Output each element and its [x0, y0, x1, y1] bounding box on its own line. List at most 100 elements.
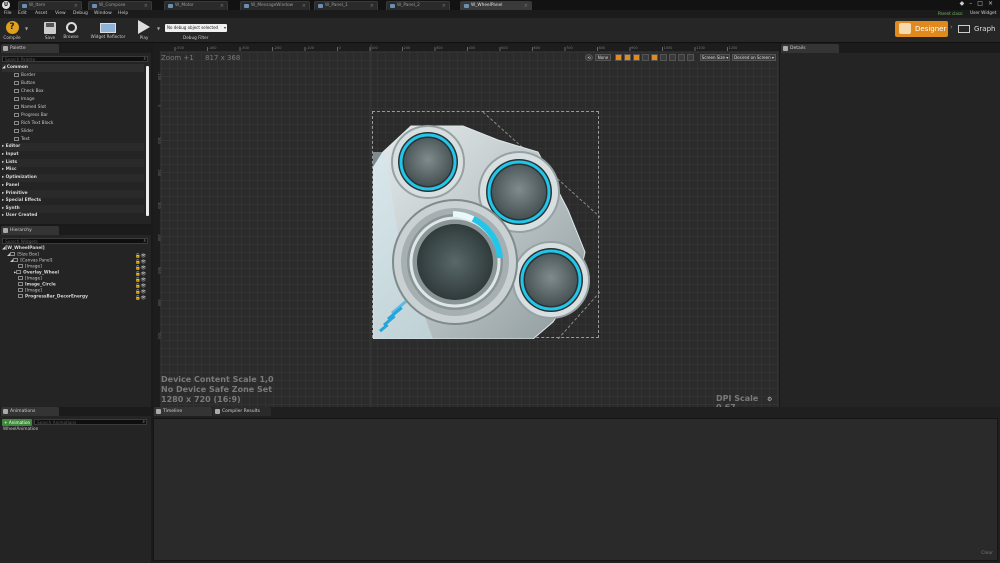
save-button[interactable]: Save — [40, 19, 60, 40]
ue-logo-icon[interactable]: U — [2, 1, 10, 9]
tab-hierarchy[interactable]: Hierarchy — [1, 226, 59, 235]
close-icon[interactable]: × — [74, 2, 78, 10]
animation-search-input[interactable]: Search Animations ⌕ — [34, 419, 147, 425]
move-mode-icon[interactable] — [624, 54, 631, 61]
ruler-tick-label: -300 — [241, 46, 249, 50]
palette-item-checkbox[interactable]: Check Box — [14, 88, 44, 96]
palette-category-user-created[interactable]: ▸ User Created — [2, 212, 37, 220]
compile-options-icon[interactable]: ▼ — [25, 26, 28, 31]
hierarchy-panel: Hierarchy Search Widgets ⌕ ◢[W_WheelPanel… — [0, 226, 151, 407]
palette-item-progress-bar[interactable]: Progress Bar — [14, 112, 48, 120]
menu-edit[interactable]: Edit — [18, 10, 27, 18]
menu-view[interactable]: View — [55, 10, 66, 18]
document-tab-bar: U W_Item × W_Compose × W_Motor × W_MessageW… — [0, 0, 1000, 10]
doc-tab-w-compose[interactable]: W_Compose × — [88, 1, 152, 10]
palette-category-panel[interactable]: ▸ Panel — [2, 182, 19, 190]
designer-viewport[interactable]: -500 -400 -300 -200 -100 0 100 200 300 400 500 600 7… — [153, 44, 779, 407]
tab-animations[interactable]: Animations — [1, 407, 59, 416]
hierarchy-header: Hierarchy — [0, 226, 151, 235]
palette-search-input[interactable]: Search Palette ⌕ — [2, 56, 148, 62]
palette-item-named-slot[interactable]: Named Slot — [14, 104, 46, 112]
tab-details[interactable]: Details — [781, 44, 839, 53]
doc-tab-w-panel-1[interactable]: W_Panel_1 × — [314, 1, 378, 10]
palette-item-button[interactable]: Button — [14, 80, 35, 88]
close-icon[interactable]: × — [442, 2, 446, 10]
palette-category-input[interactable]: ▸ Input — [2, 151, 19, 159]
clear-button[interactable]: Clear — [981, 551, 993, 556]
palette-category-special-effects[interactable]: ▸ Special Effects — [2, 197, 41, 205]
close-icon[interactable]: × — [302, 2, 306, 10]
widget-reflector-button[interactable]: Widget Reflector — [88, 19, 128, 39]
graph-button[interactable]: Graph — [956, 21, 998, 37]
animation-list-item[interactable]: WheelAnimation — [3, 426, 38, 433]
slider-icon — [14, 128, 19, 133]
timeline-icon — [156, 409, 161, 414]
parent-class-value[interactable]: User Widget — [970, 10, 996, 18]
hierarchy-search-input[interactable]: Search Widgets ⌕ — [2, 238, 148, 244]
close-icon[interactable]: × — [524, 2, 528, 10]
palette-category-misc[interactable]: ▸ Misc — [2, 166, 17, 174]
dpi-settings-gear-icon[interactable]: ⚙ — [767, 396, 772, 403]
layers-icon[interactable] — [678, 54, 685, 61]
maximize-icon[interactable]: □ — [977, 0, 988, 7]
named-slot-icon — [14, 104, 19, 109]
menu-asset[interactable]: Asset — [35, 10, 47, 18]
close-window-icon[interactable]: × — [988, 0, 998, 7]
snap-icon[interactable] — [642, 54, 649, 61]
grid-snap-icon[interactable] — [651, 54, 658, 61]
tab-timeline[interactable]: Timeline — [154, 407, 212, 416]
doc-tab-w-panel-2[interactable]: W_Panel_2 × — [386, 1, 450, 10]
palette-category-common[interactable]: ◢ Common — [2, 64, 144, 72]
play-options-icon[interactable]: ▼ — [157, 26, 160, 31]
play-button[interactable]: Play — [134, 19, 154, 40]
none-button[interactable]: None — [595, 54, 611, 61]
designer-button[interactable]: Designer — [895, 21, 948, 37]
select-mode-icon[interactable] — [615, 54, 622, 61]
desired-on-screen-dropdown[interactable]: Desired on Screen ▾ — [732, 54, 776, 61]
close-icon[interactable]: × — [144, 2, 148, 10]
widget-preview-bounds[interactable] — [372, 111, 601, 340]
palette-item-border[interactable]: Border — [14, 72, 35, 80]
lock-eye-icon[interactable]: 🔓👁 — [135, 296, 147, 302]
ruler-tick-label: 200 — [404, 46, 411, 50]
palette-item-rich-text-block[interactable]: Rich Text Block — [14, 120, 53, 128]
browse-magnifier-icon — [65, 22, 77, 33]
lock-icon[interactable] — [660, 54, 667, 61]
reset-icon[interactable]: ⟲ — [585, 54, 593, 61]
palette-category-optimization[interactable]: ▸ Optimization — [2, 174, 144, 182]
hierarchy-node[interactable]: ProgressBar_DecorEnergy — [18, 294, 88, 300]
outline-icon[interactable] — [687, 54, 694, 61]
tab-compiler-results[interactable]: Compiler Results — [213, 407, 271, 416]
browse-button[interactable]: Browse — [60, 19, 82, 39]
visibility-lock-column: 🔓👁 🔓👁 🔓👁 🔓👁 🔓👁 🔓👁 🔓👁 🔓👁 — [135, 254, 147, 302]
overlay-icon — [16, 270, 22, 274]
debug-object-select[interactable]: No debug object selected ▾ — [165, 24, 227, 32]
screen-size-dropdown[interactable]: Screen Size ▾ — [700, 54, 730, 61]
doc-tab-w-wheelpanel[interactable]: W_WheelPanel × — [460, 1, 532, 10]
menu-help[interactable]: Help — [118, 10, 128, 18]
feedback-icon[interactable]: ◆ — [960, 0, 970, 7]
palette-category-lists[interactable]: ▸ Lists — [2, 159, 144, 167]
size-box-icon — [10, 252, 16, 256]
palette-category-editor[interactable]: ▸ Editor — [2, 143, 144, 151]
doc-tab-w-motor[interactable]: W_Motor × — [164, 1, 228, 10]
tab-palette[interactable]: Palette — [1, 44, 59, 53]
doc-tab-w-item[interactable]: W_Item × — [18, 1, 82, 10]
layout-mode-icon[interactable] — [633, 54, 640, 61]
palette-scrollbar[interactable] — [146, 66, 149, 216]
menu-file[interactable]: File — [4, 10, 12, 18]
device-content-scale: Device Content Scale 1,0 — [161, 375, 274, 384]
preview-icon[interactable] — [669, 54, 676, 61]
widget-blueprint-icon — [22, 4, 27, 8]
ruler-tick-label: -400 — [209, 46, 217, 50]
menu-window[interactable]: Window — [94, 10, 112, 18]
palette-item-slider[interactable]: Slider — [14, 128, 33, 136]
close-icon[interactable]: × — [370, 2, 374, 10]
palette-item-image[interactable]: Image — [14, 96, 34, 104]
add-animation-button[interactable]: + Animation — [2, 419, 32, 426]
close-icon[interactable]: × — [220, 2, 224, 10]
compile-button[interactable]: ? Compile — [2, 19, 22, 40]
doc-tab-w-messagewindow[interactable]: W_MessageWindow × — [240, 1, 310, 10]
menu-debug[interactable]: Debug — [73, 10, 88, 18]
ruler-tick-label: 700 — [566, 46, 573, 50]
